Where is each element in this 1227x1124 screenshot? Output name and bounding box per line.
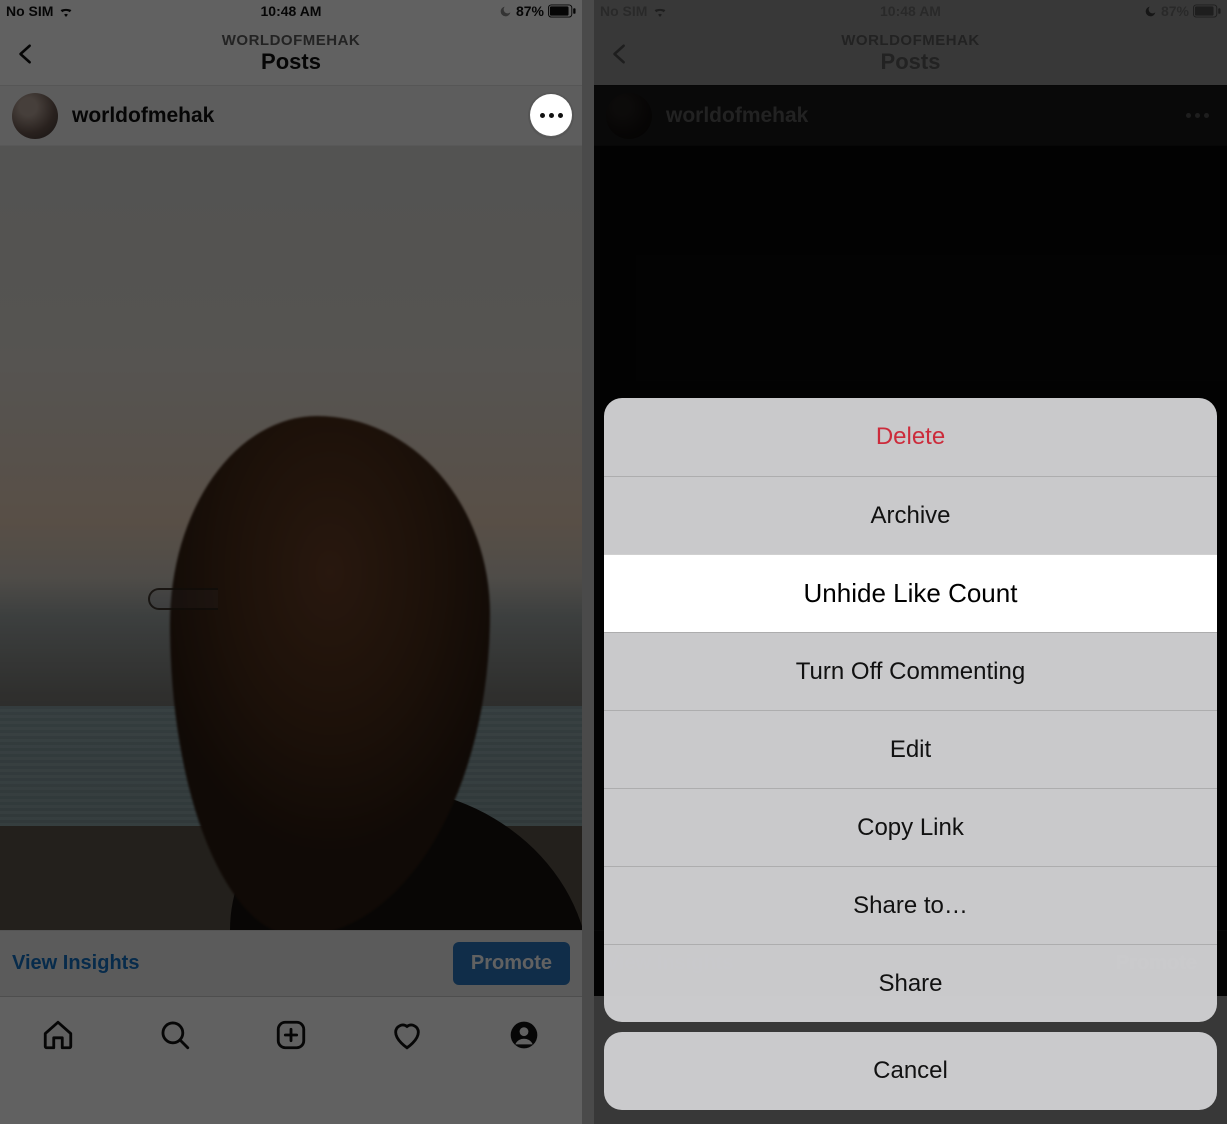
header-subtitle: WORLDOFMEHAK: [222, 32, 360, 49]
tab-search[interactable]: [155, 1015, 195, 1055]
header-title: Posts: [881, 49, 941, 75]
author-username: worldofmehak: [666, 104, 808, 128]
tab-activity[interactable]: [387, 1015, 427, 1055]
dnd-moon-icon: [1144, 5, 1157, 18]
dnd-moon-icon: [499, 5, 512, 18]
sheet-cancel-button[interactable]: Cancel: [604, 1032, 1217, 1110]
sheet-item-archive[interactable]: Archive: [604, 476, 1217, 554]
battery-pct-label: 87%: [1161, 3, 1189, 19]
sheet-item-unhide-like-count[interactable]: Unhide Like Count: [604, 554, 1217, 632]
promote-button[interactable]: Promote: [453, 942, 570, 985]
sheet-item-copy-link[interactable]: Copy Link: [604, 788, 1217, 866]
sheet-item-edit[interactable]: Edit: [604, 710, 1217, 788]
wifi-icon: [57, 4, 75, 18]
sheet-item-share[interactable]: Share: [604, 944, 1217, 1022]
tab-bar: [0, 996, 582, 1072]
author-username[interactable]: worldofmehak: [72, 104, 214, 128]
avatar: [606, 93, 652, 139]
post-more-button-highlight[interactable]: [530, 94, 572, 136]
battery-icon: [548, 4, 576, 18]
action-sheet: Delete Archive Unhide Like Count Turn Of…: [594, 388, 1227, 1124]
view-insights-link[interactable]: View Insights: [12, 952, 139, 975]
sheet-item-share-to[interactable]: Share to…: [604, 866, 1217, 944]
insights-row: View Insights Promote: [0, 930, 582, 996]
battery-pct-label: 87%: [516, 3, 544, 19]
screen-action-sheet: No SIM 10:48 AM 87% WORLDOFMEHAK: [594, 0, 1227, 1124]
tab-add-post[interactable]: [271, 1015, 311, 1055]
action-sheet-options: Delete Archive Unhide Like Count Turn Of…: [604, 398, 1217, 1022]
screen-post-view: No SIM 10:48 AM 87% WORLDOFMEHAK Posts w…: [0, 0, 582, 1124]
clock-label: 10:48 AM: [880, 3, 941, 19]
header-subtitle: WORLDOFMEHAK: [841, 32, 979, 49]
status-bar: No SIM 10:48 AM 87%: [0, 0, 582, 22]
clock-label: 10:48 AM: [261, 3, 322, 19]
wifi-icon: [651, 4, 669, 18]
carrier-label: No SIM: [6, 3, 53, 19]
sheet-item-turn-off-commenting[interactable]: Turn Off Commenting: [604, 632, 1217, 710]
tab-home[interactable]: [38, 1015, 78, 1055]
avatar[interactable]: [12, 93, 58, 139]
post-author-row[interactable]: worldofmehak: [0, 86, 582, 146]
back-button: [600, 34, 640, 74]
post-image[interactable]: [0, 146, 582, 930]
battery-icon: [1193, 4, 1221, 18]
sheet-item-delete[interactable]: Delete: [604, 398, 1217, 476]
back-button[interactable]: [6, 34, 46, 74]
nav-header: WORLDOFMEHAK Posts: [0, 22, 582, 86]
header-title: Posts: [261, 49, 321, 75]
tab-profile[interactable]: [504, 1015, 544, 1055]
ellipsis-icon: [540, 113, 545, 118]
carrier-label: No SIM: [600, 3, 647, 19]
